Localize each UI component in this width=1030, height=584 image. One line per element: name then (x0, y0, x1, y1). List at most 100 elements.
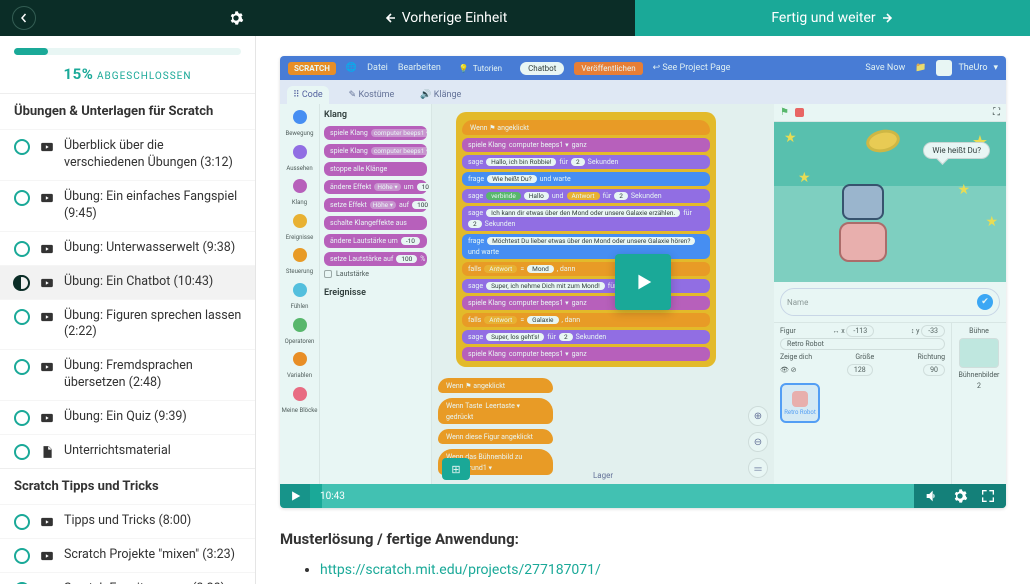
green-flag-icon: ⚑ (780, 107, 789, 118)
lightbulb-icon: 💡 (459, 64, 469, 73)
script-area: Wenn ⚑ angeklickt spiele Klangcomputer be… (432, 104, 774, 484)
block-palette: BewegungAussehenKlangEreignisseSteuerung… (280, 104, 320, 484)
status-circle-icon (14, 548, 30, 564)
video-player[interactable]: SCRATCH 🌐 Datei Bearbeiten 💡Tutorien Cha… (280, 56, 1006, 508)
palette-category-icon (293, 179, 307, 193)
status-circle-icon (14, 359, 30, 375)
lesson-item[interactable]: Überblick über die verschiedenen Übungen… (0, 129, 255, 180)
palette-category-icon (293, 283, 307, 297)
code-block: spiele Klangcomputer beeps1 ▾ganz (462, 296, 710, 310)
palette-category-label: Ereignisse (280, 235, 319, 242)
prev-unit-button[interactable]: Vorherige Einheit (256, 0, 635, 36)
fullscreen-button[interactable] (980, 488, 996, 504)
code-block: fallsAntwort=Mond, dann (462, 262, 710, 276)
code-block: Wenn ⚑ angeklickt (438, 378, 553, 393)
code-block: ändere EffektHöhe ▾um10 (324, 180, 427, 194)
settings-button[interactable] (952, 488, 968, 504)
video-timeline[interactable]: 10:43 (310, 484, 914, 508)
code-block: spiele Klangcomputer beeps1 ▾ganz (324, 126, 427, 140)
code-block: ändere Lautstärke um-10 (324, 234, 427, 248)
lesson-item[interactable]: Scratch Projekte "mixen" (3:23) (0, 538, 255, 572)
status-circle-icon (14, 309, 30, 325)
gear-icon (952, 488, 968, 504)
next-unit-label: Fertig und weiter (771, 10, 875, 26)
lesson-label: Unterrichtsmaterial (64, 443, 171, 460)
play-button[interactable] (615, 254, 671, 310)
lesson-item[interactable]: Übung: Figuren sprechen lassen (2:22) (0, 299, 255, 350)
next-unit-button[interactable]: Fertig und weiter (635, 0, 1030, 36)
video-icon (40, 515, 54, 529)
scratch-menubar: SCRATCH 🌐 Datei Bearbeiten 💡Tutorien Cha… (280, 56, 1006, 80)
solution-link[interactable]: https://scratch.mit.edu/projects/2771870… (320, 562, 601, 578)
code-block: spiele Klangcomputer beeps1 ▾ganz (462, 138, 710, 152)
lesson-label: Überblick über die verschiedenen Übungen… (64, 138, 245, 172)
sprite-thumbnail: Retro Robot (780, 383, 820, 423)
status-circle-icon (14, 241, 30, 257)
palette-category-label: Fühlen (280, 304, 319, 311)
speech-bubble: Wie heißt Du? (923, 142, 990, 159)
block-category-heading: Ereignisse (324, 288, 427, 298)
progress-label: 15% ABGESCHLOSSEN (14, 65, 241, 83)
lesson-item[interactable]: Tipps und Tricks (8:00) (0, 504, 255, 538)
code-block: sageIch kann dir etwas über den Mond ode… (462, 206, 710, 231)
code-block: sageHallo, ich bin Robbie!für2Sekunden (462, 155, 710, 169)
progress-section: 15% ABGESCHLOSSEN (0, 36, 255, 93)
palette-category-icon (293, 387, 307, 401)
scratch-tabs: ⠿ Code ✎ Kostüme 🔊 Klänge (280, 80, 1006, 104)
settings-button[interactable] (228, 10, 244, 26)
status-circle-icon (14, 514, 30, 530)
sidebar: 15% ABGESCHLOSSEN Übungen & Unterlagen f… (0, 36, 256, 584)
block-list: Klangspiele Klangcomputer beeps1 ▾ganzsp… (320, 104, 432, 484)
palette-category-icon (293, 318, 307, 332)
code-block: setze EffektHöhe ▾auf100 (324, 198, 427, 212)
video-controls: 10:43 (280, 484, 1006, 508)
video-duration: 10:43 (320, 491, 345, 502)
volume-button[interactable] (924, 488, 940, 504)
globe-icon: 🌐 (346, 63, 357, 73)
lesson-label: Übung: Ein Chatbot (10:43) (64, 274, 213, 291)
lesson-item[interactable]: Scratch Erweiterungen (3:20) (0, 572, 255, 584)
lesson-label: Scratch Projekte "mixen" (3:23) (64, 547, 235, 564)
user-menu: TheUro ▾ (936, 60, 998, 76)
video-icon (40, 310, 54, 324)
menu-edit: Bearbeiten (398, 63, 441, 73)
gear-icon (228, 10, 244, 26)
back-button[interactable] (12, 6, 36, 30)
see-project-page: ↩ See Project Page (653, 63, 731, 73)
lesson-item[interactable]: Unterrichtsmaterial (0, 434, 255, 468)
play-control[interactable] (280, 484, 310, 508)
code-block: sageSuper, los geht's!für2Sekunden (462, 330, 710, 344)
fullscreen-icon (980, 488, 996, 504)
lesson-label: Übung: Figuren sprechen lassen (2:22) (64, 308, 245, 342)
volume-icon (924, 488, 940, 504)
menu-tutorials: 💡Tutorien (451, 62, 510, 75)
palette-category-icon (293, 248, 307, 262)
lesson-item[interactable]: Übung: Ein Chatbot (10:43) (0, 265, 255, 299)
video-icon (40, 411, 54, 425)
lesson-item[interactable]: Übung: Ein einfaches Fangspiel (9:45) (0, 180, 255, 231)
section-heading: Scratch Tipps und Tricks (0, 468, 255, 504)
lesson-item[interactable]: Übung: Ein Quiz (9:39) (0, 400, 255, 434)
lesson-item[interactable]: Übung: Unterwasserwelt (9:38) (0, 231, 255, 265)
palette-category-label: Bewegung (280, 131, 319, 138)
status-circle-icon (14, 190, 30, 206)
menu-file: Datei (367, 63, 388, 73)
arrow-left-icon (384, 12, 396, 24)
lesson-item[interactable]: Übung: Fremdsprachen übersetzen (2:48) (0, 349, 255, 400)
zoom-controls: ⊕ ⊖ ＝ (748, 406, 768, 478)
code-block: spiele Klangcomputer beeps1 ▾ganz (462, 347, 710, 361)
folder-icon: 📁 (915, 63, 926, 73)
lesson-label: Übung: Ein einfaches Fangspiel (9:45) (64, 189, 245, 223)
code-block: Wenn TasteLeertaste ▾gedrückt (438, 398, 553, 424)
avatar (936, 60, 952, 76)
status-circle-icon (14, 139, 30, 155)
palette-category-label: Klang (280, 200, 319, 207)
code-block: fallsAntwort=Galaxie, dann (462, 313, 710, 327)
lesson-label: Übung: Unterwasserwelt (9:38) (64, 240, 235, 257)
tab-code: ⠿ Code (287, 86, 329, 104)
project-name: Chatbot (520, 62, 564, 75)
code-block: stoppe alle Klänge (324, 162, 427, 176)
code-block: Wenn ⚑ angeklickt (462, 120, 710, 135)
block-category-heading: Klang (324, 110, 427, 120)
palette-category-icon (293, 352, 307, 366)
